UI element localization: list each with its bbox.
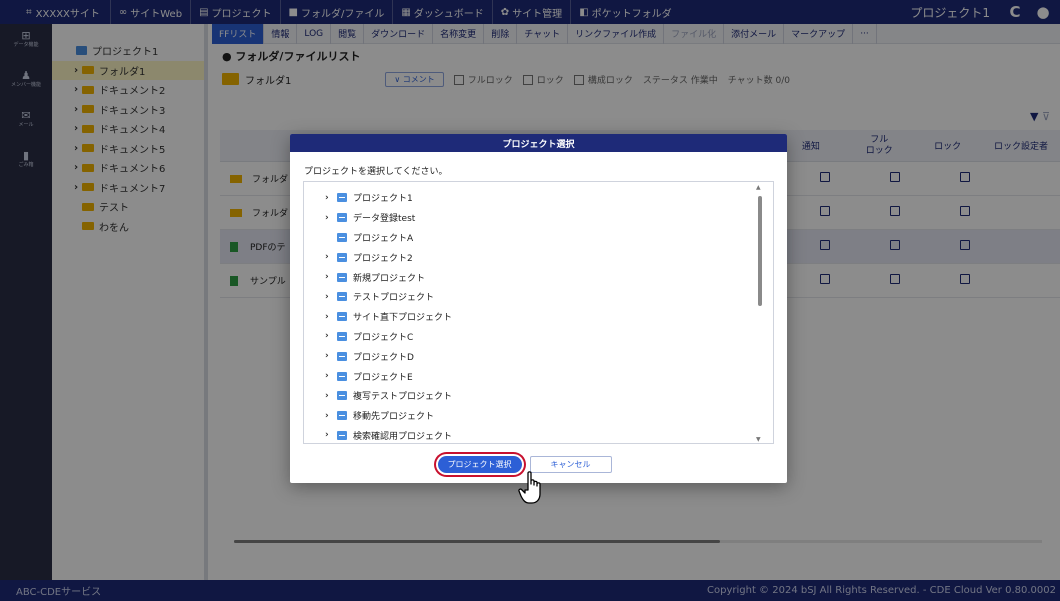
scroll-thumb[interactable] <box>758 196 762 306</box>
project-list: › プロジェクト1 › データ登録test プロジェクトA › プロジェクト2 › 新規… <box>303 181 774 444</box>
project-icon <box>337 213 347 223</box>
project-item[interactable]: › 移動先プロジェクト <box>304 406 773 426</box>
project-item[interactable]: › プロジェクトD <box>304 346 773 366</box>
project-icon <box>337 193 347 203</box>
project-select-dialog: プロジェクト選択 プロジェクトを選択してください。 › プロジェクト1 › データ登… <box>290 134 787 483</box>
chevron-right-icon[interactable]: › <box>325 331 337 341</box>
project-icon <box>337 391 347 401</box>
project-icon <box>337 331 347 341</box>
project-item[interactable]: › プロジェクト1 <box>304 188 773 208</box>
project-item[interactable]: › サイト直下プロジェクト <box>304 307 773 327</box>
project-icon <box>337 292 347 302</box>
dialog-title: プロジェクト選択 <box>290 134 787 152</box>
chevron-right-icon[interactable]: › <box>325 371 337 381</box>
project-icon <box>337 351 347 361</box>
chevron-right-icon[interactable]: › <box>325 193 337 203</box>
dialog-message: プロジェクトを選択してください。 <box>304 167 448 177</box>
chevron-right-icon[interactable]: › <box>325 351 337 361</box>
chevron-right-icon[interactable]: › <box>325 430 337 440</box>
project-icon <box>337 371 347 381</box>
chevron-right-icon[interactable]: › <box>325 312 337 322</box>
chevron-right-icon[interactable]: › <box>325 272 337 282</box>
hand-pointer-icon <box>518 471 541 504</box>
scroll-down-icon[interactable]: ▼ <box>756 436 761 443</box>
scroll-up-icon[interactable]: ▲ <box>756 184 761 191</box>
project-item[interactable]: › プロジェクトC <box>304 327 773 347</box>
project-item[interactable]: › プロジェクトE <box>304 366 773 386</box>
chevron-right-icon[interactable]: › <box>325 213 337 223</box>
chevron-right-icon[interactable]: › <box>325 391 337 401</box>
project-icon <box>337 272 347 282</box>
project-icon <box>337 312 347 322</box>
project-icon <box>337 232 347 242</box>
chevron-right-icon[interactable]: › <box>325 252 337 262</box>
project-item[interactable]: › プロジェクト2 <box>304 247 773 267</box>
project-icon <box>337 252 347 262</box>
project-icon <box>337 411 347 421</box>
project-item[interactable]: プロジェクトA <box>304 228 773 248</box>
project-item[interactable]: › 新規プロジェクト <box>304 267 773 287</box>
vertical-scrollbar[interactable]: ▲ ▼ <box>756 184 763 443</box>
chevron-right-icon[interactable]: › <box>325 411 337 421</box>
project-item[interactable]: › 複写テストプロジェクト <box>304 386 773 406</box>
project-list-body: › プロジェクト1 › データ登録test プロジェクトA › プロジェクト2 › 新規… <box>304 182 773 443</box>
project-icon <box>337 430 347 440</box>
select-project-button[interactable]: プロジェクト選択 <box>437 456 522 473</box>
project-item[interactable]: › データ登録test <box>304 208 773 228</box>
project-item[interactable]: › テストプロジェクト <box>304 287 773 307</box>
chevron-right-icon[interactable]: › <box>325 292 337 302</box>
project-item[interactable]: › 検索確認用プロジェクト <box>304 426 773 443</box>
